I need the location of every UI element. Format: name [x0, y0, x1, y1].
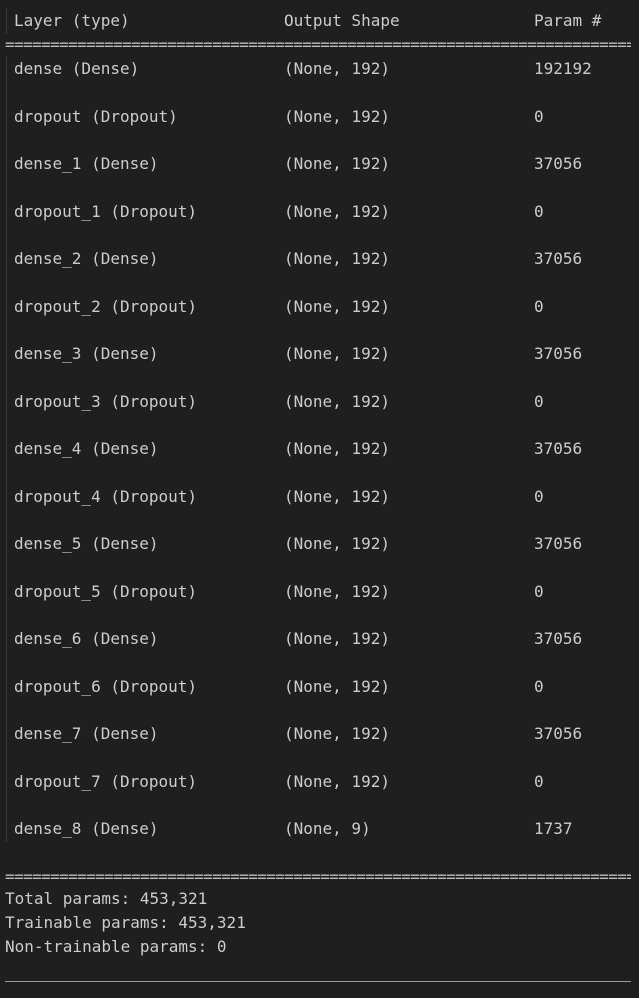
layer-name-cell: dropout (Dropout): [14, 107, 178, 126]
table-row: dropout_2 (Dropout) (None, 192) 0: [0, 295, 639, 319]
output-shape-cell: (None, 192): [284, 487, 390, 506]
param-count-cell: 0: [534, 772, 544, 791]
output-shape-cell: (None, 192): [284, 629, 390, 648]
table-row: dropout_4 (Dropout) (None, 192) 0: [0, 485, 639, 509]
non-trainable-params: Non-trainable params: 0: [5, 937, 227, 956]
table-row: dropout_6 (Dropout) (None, 192) 0: [0, 675, 639, 699]
layer-name-cell: dropout_3 (Dropout): [14, 392, 198, 411]
table-row: dense_2 (Dense) (None, 192) 37056: [0, 247, 639, 271]
param-count-cell: 37056: [534, 724, 583, 743]
param-count-cell: 0: [534, 297, 544, 316]
param-count-cell: 0: [534, 107, 544, 126]
output-shape-cell: (None, 192): [284, 202, 390, 221]
output-shape-cell: (None, 9): [284, 819, 371, 838]
layer-name-cell: dense (Dense): [14, 59, 140, 78]
output-shape-cell: (None, 192): [284, 107, 390, 126]
param-count-cell: 0: [534, 202, 544, 221]
header-param-count: Param #: [534, 11, 602, 30]
header-separator: ========================================…: [5, 40, 631, 50]
param-count-cell: 37056: [534, 344, 583, 363]
param-count-cell: 37056: [534, 249, 583, 268]
layer-name-cell: dense_7 (Dense): [14, 724, 159, 743]
output-shape-cell: (None, 192): [284, 772, 390, 791]
layer-name-cell: dropout_1 (Dropout): [14, 202, 198, 221]
param-count-cell: 192192: [534, 59, 592, 78]
bottom-rule: [5, 981, 631, 982]
param-count-cell: 0: [534, 392, 544, 411]
output-shape-cell: (None, 192): [284, 154, 390, 173]
total-params: Total params: 453,321: [5, 889, 208, 908]
layer-name-cell: dense_4 (Dense): [14, 439, 159, 458]
param-count-cell: 37056: [534, 534, 583, 553]
param-count-cell: 37056: [534, 629, 583, 648]
output-shape-cell: (None, 192): [284, 582, 390, 601]
table-row: dense_5 (Dense) (None, 192) 37056: [0, 532, 639, 556]
summary-separator: ========================================…: [5, 872, 631, 882]
param-count-cell: 0: [534, 487, 544, 506]
table-row: dropout (Dropout) (None, 192) 0: [0, 105, 639, 129]
table-row: dropout_7 (Dropout) (None, 192) 0: [0, 770, 639, 794]
param-count-cell: 0: [534, 582, 544, 601]
output-shape-cell: (None, 192): [284, 724, 390, 743]
output-shape-cell: (None, 192): [284, 392, 390, 411]
header-gutter-bar: [6, 8, 7, 34]
layer-name-cell: dropout_2 (Dropout): [14, 297, 198, 316]
table-row: dense_1 (Dense) (None, 192) 37056: [0, 152, 639, 176]
output-shape-cell: (None, 192): [284, 249, 390, 268]
header-output-shape: Output Shape: [284, 11, 400, 30]
param-count-cell: 37056: [534, 439, 583, 458]
table-row: dense_6 (Dense) (None, 192) 37056: [0, 627, 639, 651]
layer-name-cell: dense_3 (Dense): [14, 344, 159, 363]
table-row: dense_3 (Dense) (None, 192) 37056: [0, 342, 639, 366]
layer-name-cell: dense_6 (Dense): [14, 629, 159, 648]
layer-name-cell: dropout_4 (Dropout): [14, 487, 198, 506]
output-shape-cell: (None, 192): [284, 297, 390, 316]
layer-name-cell: dropout_7 (Dropout): [14, 772, 198, 791]
param-count-cell: 0: [534, 677, 544, 696]
output-shape-cell: (None, 192): [284, 534, 390, 553]
table-row: dense_8 (Dense) (None, 9) 1737: [0, 817, 639, 841]
layer-name-cell: dense_8 (Dense): [14, 819, 159, 838]
output-shape-cell: (None, 192): [284, 677, 390, 696]
output-shape-cell: (None, 192): [284, 439, 390, 458]
table-row: dropout_3 (Dropout) (None, 192) 0: [0, 390, 639, 414]
output-shape-cell: (None, 192): [284, 59, 390, 78]
param-count-cell: 37056: [534, 154, 583, 173]
layer-name-cell: dense_5 (Dense): [14, 534, 159, 553]
layer-name-cell: dropout_6 (Dropout): [14, 677, 198, 696]
table-row: dense_7 (Dense) (None, 192) 37056: [0, 722, 639, 746]
layer-name-cell: dropout_5 (Dropout): [14, 582, 198, 601]
trainable-params: Trainable params: 453,321: [5, 913, 246, 932]
table-row: dropout_5 (Dropout) (None, 192) 0: [0, 580, 639, 604]
output-shape-cell: (None, 192): [284, 344, 390, 363]
param-count-cell: 1737: [534, 819, 573, 838]
layer-name-cell: dense_2 (Dense): [14, 249, 159, 268]
table-row: dense (Dense) (None, 192) 192192: [0, 57, 639, 81]
layer-name-cell: dense_1 (Dense): [14, 154, 159, 173]
table-row: dense_4 (Dense) (None, 192) 37056: [0, 437, 639, 461]
table-row: dropout_1 (Dropout) (None, 192) 0: [0, 200, 639, 224]
header-layer-type: Layer (type): [14, 11, 130, 30]
